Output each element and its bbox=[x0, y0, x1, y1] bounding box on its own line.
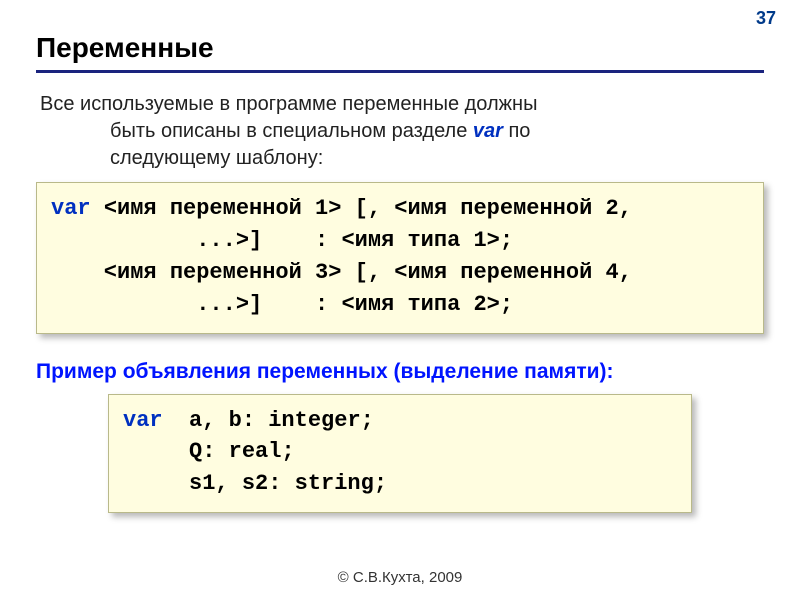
example-line-1: var a, b: integer; bbox=[123, 405, 677, 437]
example-line-3: s1, s2: string; bbox=[123, 468, 677, 500]
title-rule bbox=[36, 70, 764, 73]
slide: 37 Переменные Все используемые в програм… bbox=[0, 0, 800, 600]
example-heading: Пример объявления переменных (выделение … bbox=[36, 360, 764, 384]
intro-line3: следующему шаблону: bbox=[40, 145, 760, 172]
template-code-box: var <имя переменной 1> [, <имя переменно… bbox=[36, 182, 764, 334]
intro-line2b: по bbox=[503, 120, 531, 142]
example-code-box: var a, b: integer; Q: real; s1, s2: stri… bbox=[108, 394, 692, 514]
page-title: Переменные bbox=[36, 32, 764, 64]
template-line-1-rest: <имя переменной 1> [, <имя переменной 2, bbox=[104, 196, 632, 221]
template-line-2: ...>] : <имя типа 1>; bbox=[51, 225, 749, 257]
intro-line1: Все используемые в программе переменные … bbox=[40, 93, 537, 115]
intro-text: Все используемые в программе переменные … bbox=[36, 91, 764, 172]
var-keyword: var bbox=[51, 196, 104, 221]
example-line-2: Q: real; bbox=[123, 436, 677, 468]
template-line-4: ...>] : <имя типа 2>; bbox=[51, 289, 749, 321]
template-line-1: var <имя переменной 1> [, <имя переменно… bbox=[51, 193, 749, 225]
example-line-1-rest: a, b: integer; bbox=[163, 408, 374, 433]
var-keyword-example: var bbox=[123, 408, 163, 433]
template-line-3: <имя переменной 3> [, <имя переменной 4, bbox=[51, 257, 749, 289]
var-keyword-inline: var bbox=[473, 120, 503, 142]
footer-copyright: © С.В.Кухта, 2009 bbox=[0, 569, 800, 586]
intro-line2a: быть описаны в специальном разделе bbox=[110, 120, 473, 142]
page-number: 37 bbox=[756, 8, 776, 29]
